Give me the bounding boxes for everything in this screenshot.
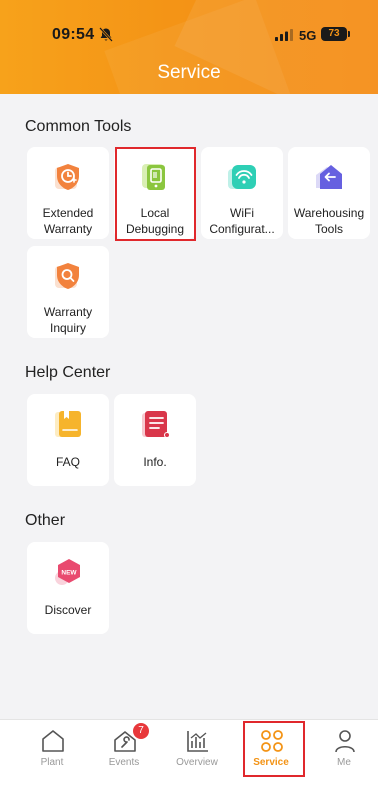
signal-icon: [275, 29, 295, 41]
tile-label: Configurat...: [201, 221, 283, 237]
tab-label: Events: [89, 757, 159, 768]
faq-book-icon: [52, 408, 84, 440]
highlight-box-local-debugging: [115, 147, 196, 241]
tab-label: Me: [309, 757, 378, 768]
tab-plant[interactable]: Plant: [17, 720, 87, 780]
header: 09:54 5G 73 Service: [0, 0, 378, 94]
section-title-help-center: Help Center: [25, 364, 110, 382]
help-info[interactable]: Info.: [114, 394, 196, 486]
status-time: 09:54: [52, 26, 94, 44]
tile-label: Inquiry: [27, 320, 109, 336]
tab-label: Overview: [162, 757, 232, 768]
home-icon: [40, 728, 66, 754]
battery-indicator: 73: [321, 27, 347, 41]
tile-label: Warehousing: [288, 205, 370, 221]
tab-label: Plant: [17, 757, 87, 768]
bell-muted-icon: [99, 27, 113, 42]
tile-label: Info.: [114, 454, 196, 470]
tool-wifi-configuration[interactable]: WiFi Configurat...: [201, 147, 283, 239]
tool-extended-warranty[interactable]: Extended Warranty: [27, 147, 109, 239]
warehouse-icon: [313, 161, 345, 193]
tab-events[interactable]: 7 Events: [89, 720, 159, 780]
tile-label: Extended: [27, 205, 109, 221]
tile-label: FAQ: [27, 454, 109, 470]
tile-label: WiFi: [201, 205, 283, 221]
tile-label: Warranty: [27, 304, 109, 320]
tab-me[interactable]: Me: [309, 720, 378, 780]
status-bar: 09:54 5G 73: [0, 22, 378, 46]
tab-overview[interactable]: Overview: [162, 720, 232, 780]
discover-new-icon: NEW: [52, 556, 84, 588]
chart-icon: [185, 728, 211, 754]
tile-label: Discover: [27, 602, 109, 618]
network-type: 5G: [299, 28, 316, 43]
discover-icon-text: NEW: [61, 570, 77, 577]
section-title-other: Other: [25, 512, 65, 530]
tile-label: Tools: [288, 221, 370, 237]
person-icon: [332, 728, 358, 754]
other-discover[interactable]: NEW Discover: [27, 542, 109, 634]
tab-bar: Plant 7 Events Overview Service Me: [0, 719, 378, 797]
wifi-icon: [226, 161, 258, 193]
page-title: Service: [0, 62, 378, 84]
tool-warranty-inquiry[interactable]: Warranty Inquiry: [27, 246, 109, 338]
extended-warranty-icon: [52, 161, 84, 193]
highlight-box-service-tab: [243, 721, 305, 777]
help-faq[interactable]: FAQ: [27, 394, 109, 486]
warranty-inquiry-icon: [52, 260, 84, 292]
info-document-icon: [139, 408, 171, 440]
events-badge: 7: [133, 723, 149, 739]
tile-label: Warranty: [27, 221, 109, 237]
section-title-common-tools: Common Tools: [25, 118, 131, 136]
tool-warehousing-tools[interactable]: Warehousing Tools: [288, 147, 370, 239]
